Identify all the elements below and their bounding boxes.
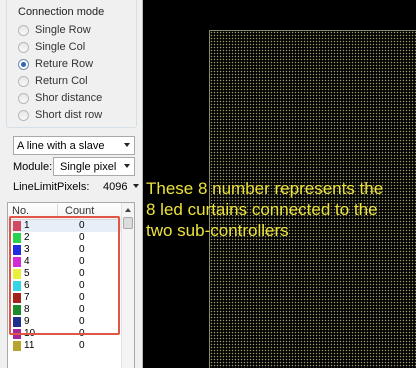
connection-mode-title: Connection mode bbox=[16, 5, 107, 19]
row-number: 4 bbox=[24, 256, 30, 267]
row-number: 3 bbox=[24, 244, 30, 255]
list-row[interactable]: 90 bbox=[8, 316, 122, 328]
row-number: 2 bbox=[24, 232, 30, 243]
list-row[interactable]: 70 bbox=[8, 292, 122, 304]
row-count: 0 bbox=[79, 328, 85, 339]
radio-label: Short dist row bbox=[35, 109, 103, 121]
color-swatch bbox=[13, 269, 21, 279]
row-count: 0 bbox=[79, 232, 85, 243]
list-row[interactable]: 80 bbox=[8, 304, 122, 316]
settings-panel: Connection mode Single Row Single Col Re… bbox=[0, 0, 143, 368]
scroll-up-icon[interactable] bbox=[125, 208, 131, 212]
output-list[interactable]: No. Count 1 0 2 0 3 0 4 0 5 0 6 0 7 0 8 0 9 0 10 0 11 0 bbox=[7, 202, 135, 368]
color-swatch bbox=[13, 293, 21, 303]
row-number: 1 bbox=[24, 220, 30, 231]
scrollbar-thumb[interactable] bbox=[123, 217, 133, 229]
radio-return-col[interactable]: Return Col bbox=[18, 73, 88, 89]
radio-indicator[interactable] bbox=[18, 92, 29, 104]
row-count: 0 bbox=[79, 340, 85, 351]
list-row[interactable]: 10 bbox=[8, 220, 122, 232]
row-number: 8 bbox=[24, 304, 30, 315]
row-number: 9 bbox=[24, 316, 30, 327]
radio-label: Single Col bbox=[35, 41, 86, 53]
column-header-no[interactable]: No. bbox=[12, 205, 29, 217]
row-number: 10 bbox=[24, 328, 36, 339]
radio-label: Shor distance bbox=[35, 92, 103, 104]
list-row[interactable]: 60 bbox=[8, 280, 122, 292]
color-swatch bbox=[13, 305, 21, 315]
radio-short-dist-row[interactable]: Short dist row bbox=[18, 107, 102, 123]
line-limit-value: 4096 bbox=[103, 180, 128, 193]
radio-label: Reture Row bbox=[35, 58, 94, 70]
radio-indicator[interactable] bbox=[18, 41, 29, 53]
row-number: 7 bbox=[24, 292, 30, 303]
vertical-scrollbar[interactable] bbox=[121, 203, 134, 368]
row-number: 6 bbox=[24, 280, 30, 291]
row-number: 5 bbox=[24, 268, 30, 279]
column-header-count[interactable]: Count bbox=[65, 205, 94, 217]
line-limit-select[interactable]: 4096 bbox=[102, 177, 140, 196]
module-select[interactable]: Single pixel bbox=[53, 157, 135, 176]
list-row[interactable]: 11 0 bbox=[8, 340, 122, 352]
chevron-down-icon[interactable] bbox=[133, 184, 139, 188]
row-count: 0 bbox=[79, 244, 85, 255]
radio-label: Single Row bbox=[35, 24, 91, 36]
row-count: 0 bbox=[79, 316, 85, 327]
row-count: 0 bbox=[79, 280, 85, 291]
row-count: 0 bbox=[79, 304, 85, 315]
color-swatch bbox=[13, 281, 21, 291]
column-divider[interactable] bbox=[57, 204, 58, 218]
module-label: Module: bbox=[13, 161, 53, 173]
row-count: 0 bbox=[79, 292, 85, 303]
list-row[interactable]: 30 bbox=[8, 244, 122, 256]
radio-indicator[interactable] bbox=[18, 24, 29, 36]
line-mode-select[interactable]: A line with a slave bbox=[13, 136, 135, 155]
row-count: 0 bbox=[79, 268, 85, 279]
radio-indicator[interactable] bbox=[18, 109, 29, 121]
radio-single-row[interactable]: Single Row bbox=[18, 22, 91, 38]
color-swatch bbox=[13, 341, 21, 351]
color-swatch bbox=[13, 221, 21, 231]
list-row[interactable]: 10 0 bbox=[8, 328, 122, 340]
annotation-line: two sub-controllers bbox=[146, 221, 289, 240]
color-swatch bbox=[13, 317, 21, 327]
color-swatch bbox=[13, 233, 21, 243]
row-number: 11 bbox=[24, 340, 35, 351]
module-value: Single pixel bbox=[60, 160, 117, 173]
radio-single-col[interactable]: Single Col bbox=[18, 39, 85, 55]
radio-shor-distance[interactable]: Shor distance bbox=[18, 90, 102, 106]
color-swatch bbox=[13, 245, 21, 255]
radio-label: Return Col bbox=[35, 75, 88, 87]
list-row[interactable]: 50 bbox=[8, 268, 122, 280]
radio-indicator[interactable] bbox=[18, 75, 29, 87]
radio-reture-row[interactable]: Reture Row bbox=[18, 56, 93, 72]
chevron-down-icon[interactable] bbox=[124, 164, 130, 168]
annotation-line: These 8 number represents the bbox=[146, 179, 384, 198]
radio-indicator-checked[interactable] bbox=[18, 58, 29, 70]
chevron-down-icon[interactable] bbox=[124, 143, 130, 147]
row-count: 0 bbox=[79, 256, 85, 267]
line-limit-label: LineLimitPixels: bbox=[13, 181, 90, 193]
list-row[interactable]: 20 bbox=[8, 232, 122, 244]
annotation-text: These 8 number represents the 8 led curt… bbox=[146, 178, 416, 241]
line-mode-value: A line with a slave bbox=[17, 139, 105, 152]
list-header: No. Count bbox=[8, 203, 122, 220]
list-row[interactable]: 40 bbox=[8, 256, 122, 268]
color-swatch bbox=[13, 329, 21, 339]
row-count: 0 bbox=[79, 220, 85, 231]
color-swatch bbox=[13, 257, 21, 267]
annotation-line: 8 led curtains connected to the bbox=[146, 200, 378, 219]
